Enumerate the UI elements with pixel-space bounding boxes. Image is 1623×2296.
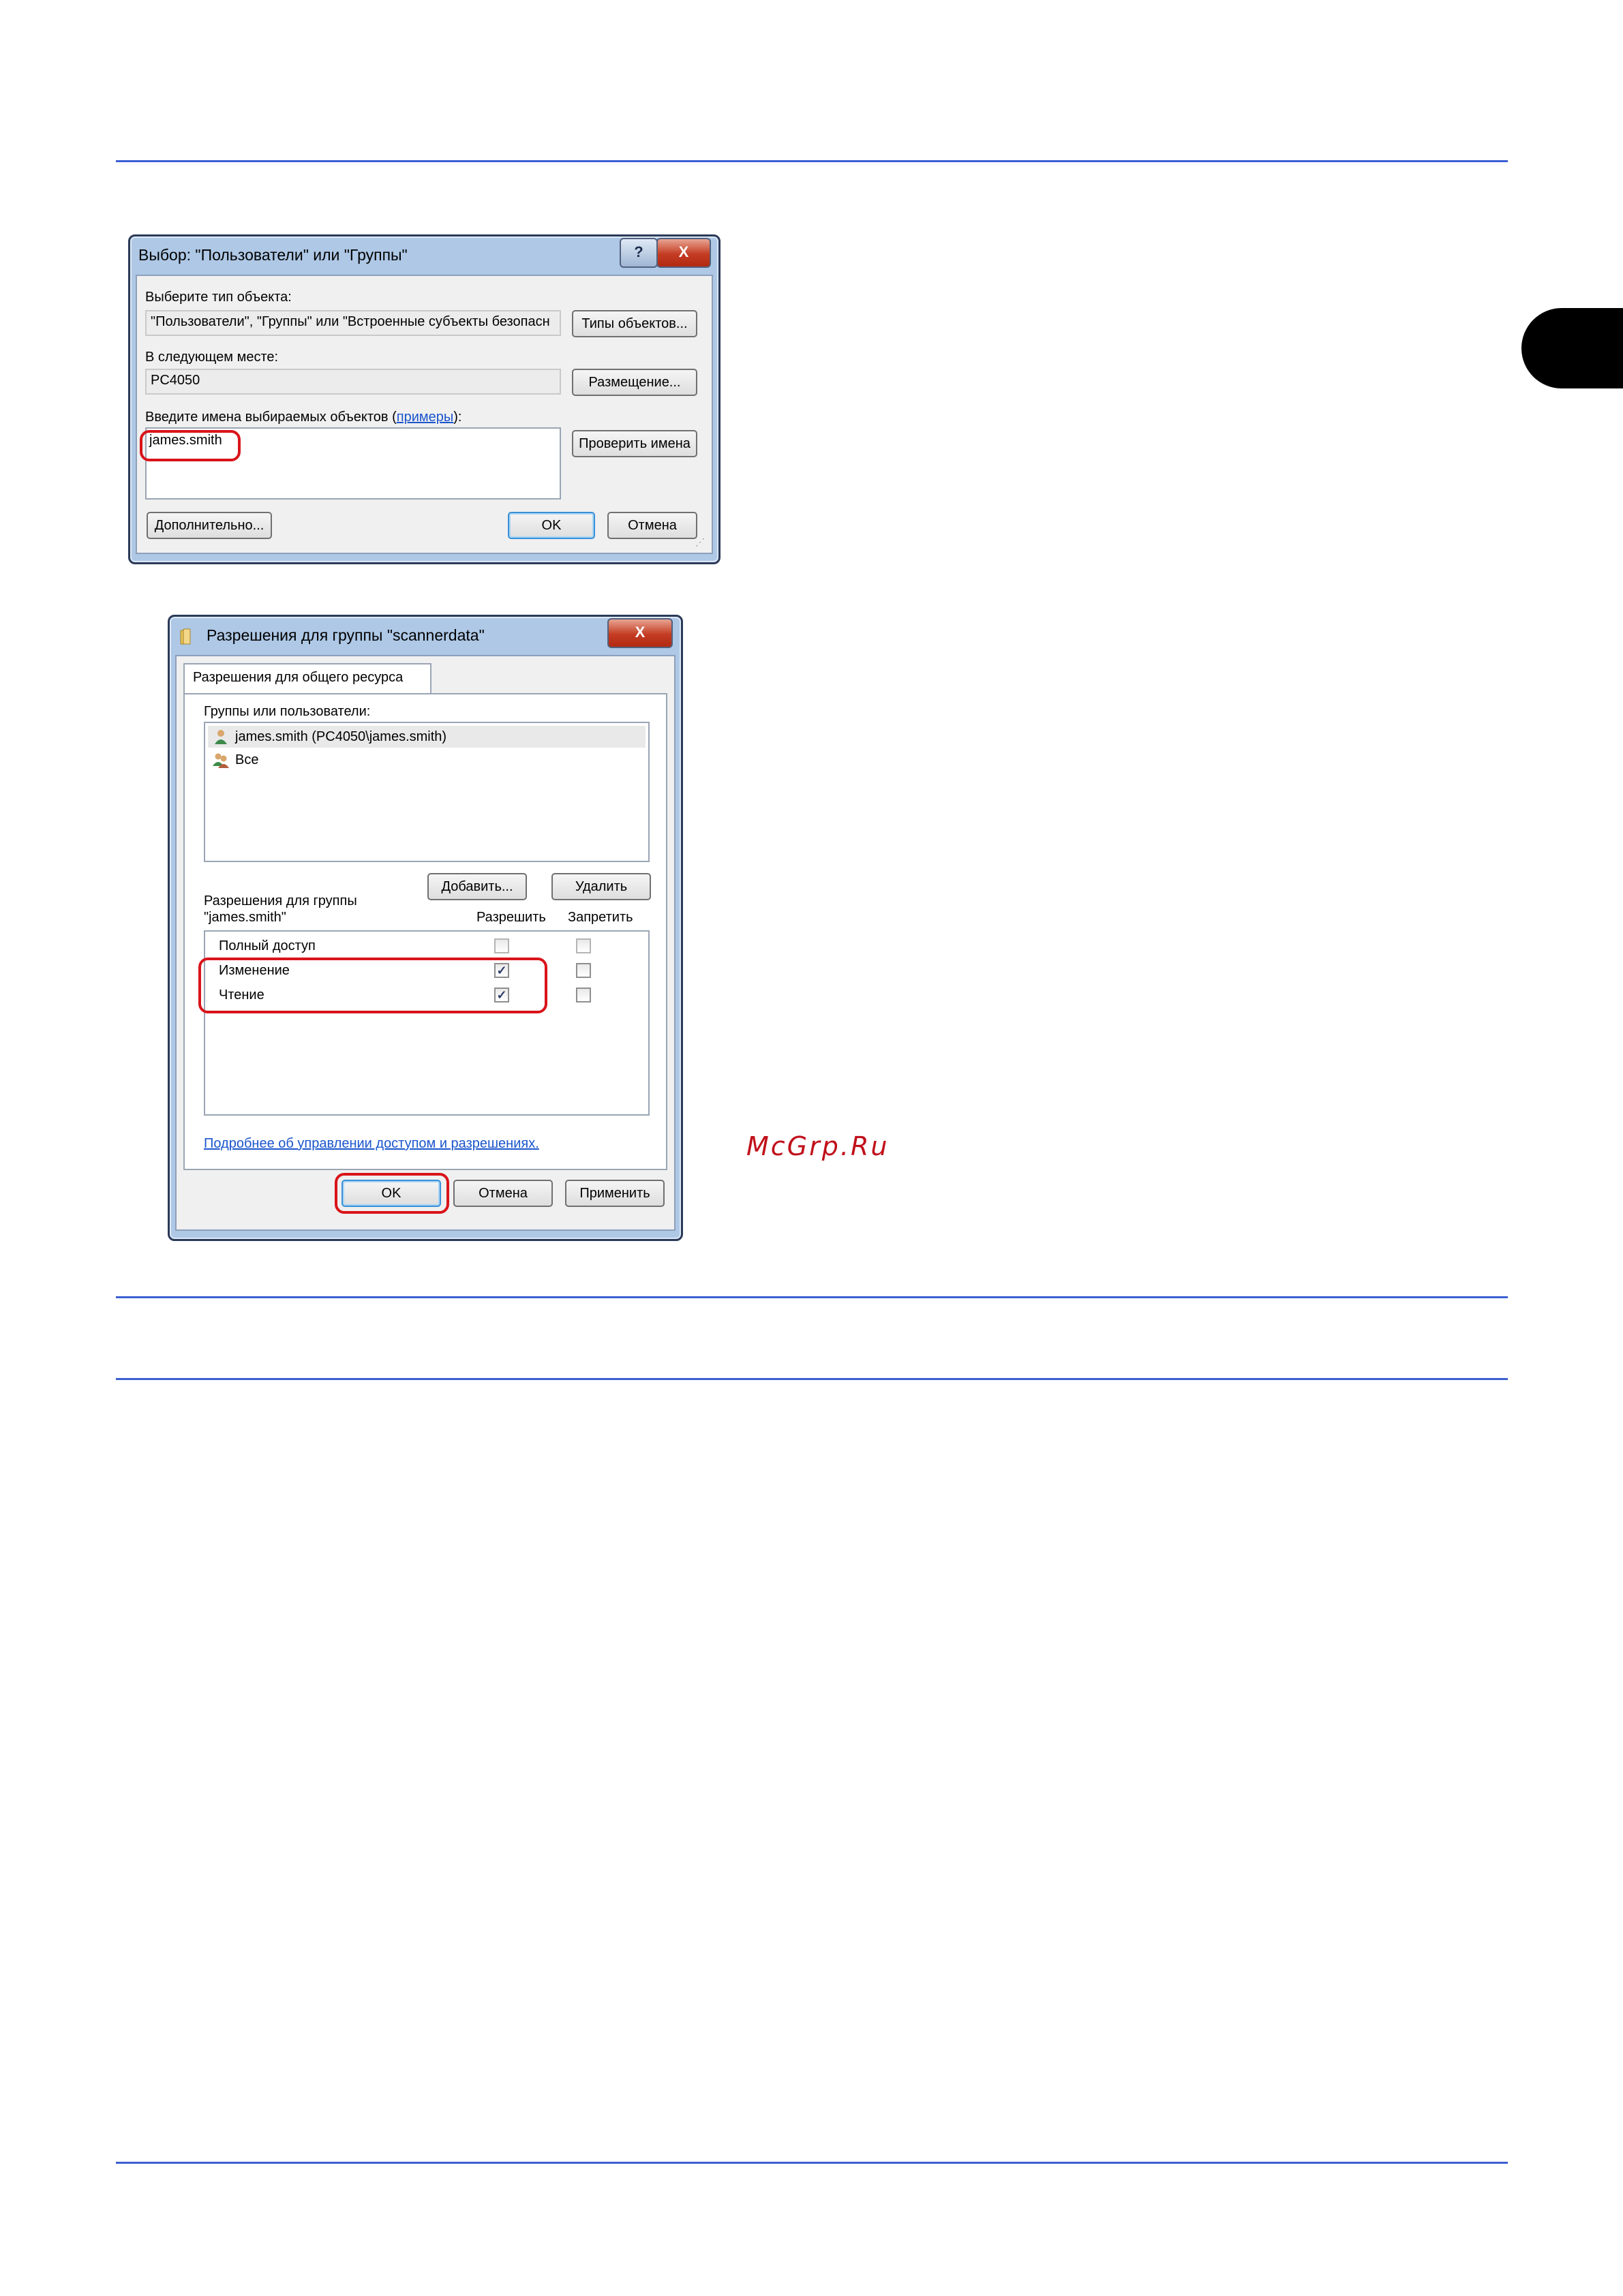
deny-change-checkbox[interactable] xyxy=(576,963,591,978)
bottom-rule xyxy=(116,2162,1508,2164)
select-users-titlebar: Выбор: "Пользователи" или "Группы" ? X xyxy=(130,236,718,275)
advanced-button[interactable]: Дополнительно... xyxy=(147,512,272,539)
allow-full-control-checkbox[interactable] xyxy=(494,938,509,953)
permissions-for-label-2: "james.smith" xyxy=(204,910,286,925)
top-rule xyxy=(116,160,1508,162)
help-icon: ? xyxy=(634,243,643,260)
close-button[interactable]: X xyxy=(607,618,673,648)
close-button[interactable]: X xyxy=(656,238,711,268)
examples-link[interactable]: примеры xyxy=(397,410,454,425)
names-highlight xyxy=(140,430,241,461)
location-label: В следующем месте: xyxy=(145,350,279,365)
deny-full-control-checkbox[interactable] xyxy=(576,938,591,953)
list-item[interactable]: Все xyxy=(208,749,646,771)
location-field: PC4050 xyxy=(145,369,561,395)
locations-button[interactable]: Размещение... xyxy=(572,369,697,396)
resize-grip-icon[interactable]: ⋰ xyxy=(695,536,708,549)
object-type-field: "Пользователи", "Группы" или "Встроенные… xyxy=(145,310,561,336)
apply-button[interactable]: Применить xyxy=(565,1180,665,1207)
cancel-button[interactable]: Отмена xyxy=(607,512,697,539)
access-control-help-link[interactable]: Подробнее об управлении доступом и разре… xyxy=(204,1136,539,1152)
deny-header: Запретить xyxy=(568,910,633,925)
groups-users-label: Группы или пользователи: xyxy=(204,704,371,719)
folder-icon xyxy=(180,628,191,645)
permission-name: Полный доступ xyxy=(219,938,316,953)
permissions-titlebar: Разрешения для группы "scannerdata" X xyxy=(170,617,681,655)
permissions-for-label-1: Разрешения для группы xyxy=(204,893,357,908)
remove-button[interactable]: Удалить xyxy=(551,873,651,900)
users-group-icon xyxy=(213,753,229,768)
allow-header: Разрешить xyxy=(476,910,546,925)
close-icon: X xyxy=(635,624,646,641)
names-label-prefix: Введите имена выбираемых объектов ( xyxy=(145,410,397,425)
permissions-title: Разрешения для группы "scannerdata" xyxy=(207,626,485,644)
select-users-title: Выбор: "Пользователи" или "Группы" xyxy=(138,246,408,264)
watermark: McGrp.Ru xyxy=(746,1131,890,1161)
cancel-button[interactable]: Отмена xyxy=(453,1180,553,1207)
list-item[interactable]: james.smith (PC4050\james.smith) xyxy=(208,726,646,748)
ok-button[interactable]: OK xyxy=(508,512,595,539)
add-button[interactable]: Добавить... xyxy=(427,873,527,900)
user-name: james.smith (PC4050\james.smith) xyxy=(235,729,447,744)
object-types-button[interactable]: Типы объектов... xyxy=(572,310,697,337)
tab-share-permissions[interactable]: Разрешения для общего ресурса xyxy=(183,663,431,694)
select-users-dialog: Выбор: "Пользователи" или "Группы" ? X В… xyxy=(128,234,721,564)
close-icon: X xyxy=(678,243,689,260)
chapter-tab-marker xyxy=(1521,308,1623,388)
ok-highlight xyxy=(335,1173,449,1214)
user-name: Все xyxy=(235,752,259,767)
object-type-label: Выберите тип объекта: xyxy=(145,290,292,305)
check-names-button[interactable]: Проверить имена xyxy=(572,430,697,457)
names-label: Введите имена выбираемых объектов (приме… xyxy=(145,410,461,425)
permissions-dialog: Разрешения для группы "scannerdata" X Ра… xyxy=(168,615,683,1241)
user-icon xyxy=(215,730,227,744)
deny-read-checkbox[interactable] xyxy=(576,988,591,1002)
permissions-highlight xyxy=(198,958,547,1013)
select-users-body: Выберите тип объекта: "Пользователи", "Г… xyxy=(136,275,713,554)
middle-rule xyxy=(116,1296,1508,1298)
users-list[interactable]: james.smith (PC4050\james.smith) Все xyxy=(204,722,650,862)
help-button[interactable]: ? xyxy=(620,238,658,268)
lower-rule xyxy=(116,1378,1508,1380)
share-permissions-panel: Группы или пользователи: james.smith (PC… xyxy=(183,693,667,1170)
permissions-body: Разрешения для общего ресурса Группы или… xyxy=(175,655,676,1231)
names-label-suffix: ): xyxy=(453,410,462,425)
